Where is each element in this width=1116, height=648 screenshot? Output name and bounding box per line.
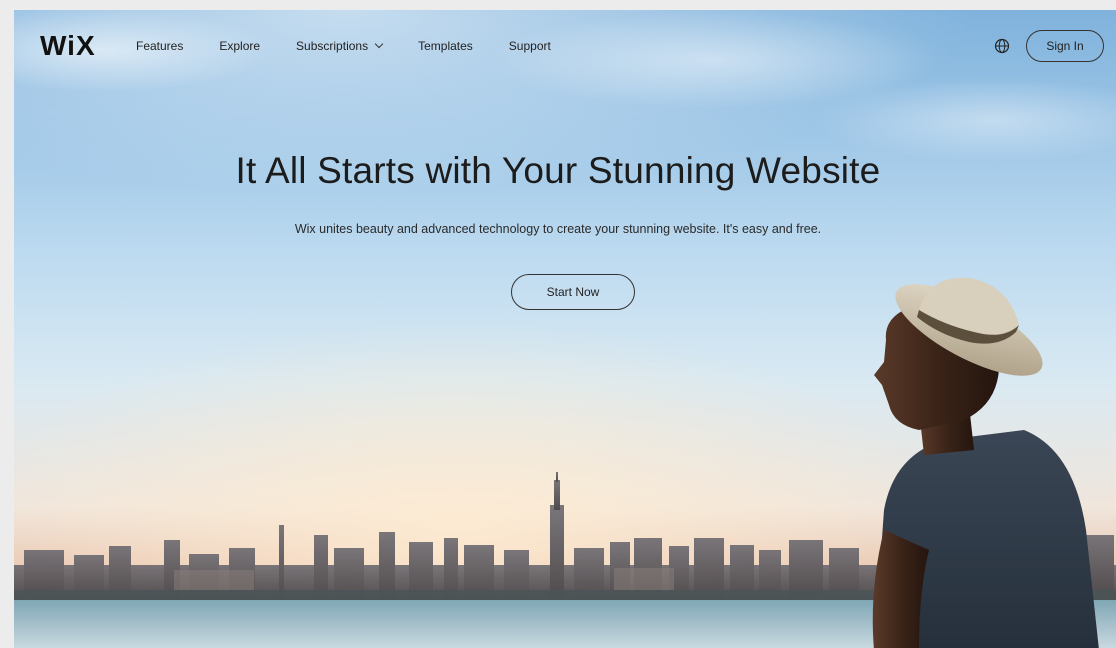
- hero-subtitle: Wix unites beauty and advanced technolog…: [294, 222, 822, 236]
- wix-logo[interactable]: WiX: [40, 30, 96, 62]
- sign-in-button[interactable]: Sign In: [1026, 30, 1104, 62]
- nav-link-label: Subscriptions: [296, 39, 369, 53]
- nav-link-label: Support: [508, 39, 551, 53]
- hero-title: It All Starts with Your Stunning Website: [235, 150, 881, 191]
- nav-link-label: Templates: [418, 39, 473, 53]
- man-in-hat-image: [872, 277, 1099, 648]
- nav-link-label: Features: [136, 39, 184, 53]
- nav-link-features[interactable]: Features: [136, 39, 183, 53]
- nav-link-explore[interactable]: Explore: [219, 39, 260, 53]
- nav-links: Features Explore Subscriptions Templates…: [136, 39, 587, 53]
- page-frame: WiX Features Explore Subscriptions Templ…: [14, 10, 1116, 648]
- chevron-down-icon: [374, 39, 384, 49]
- nav-link-label: Explore: [219, 39, 261, 53]
- globe-icon[interactable]: [994, 38, 1010, 54]
- nav-link-support[interactable]: Support: [509, 39, 551, 53]
- top-navigation: WiX Features Explore Subscriptions Templ…: [14, 10, 1116, 82]
- nav-link-templates[interactable]: Templates: [418, 39, 473, 53]
- start-now-button[interactable]: Start Now: [511, 274, 635, 310]
- nav-link-subscriptions[interactable]: Subscriptions: [296, 39, 384, 53]
